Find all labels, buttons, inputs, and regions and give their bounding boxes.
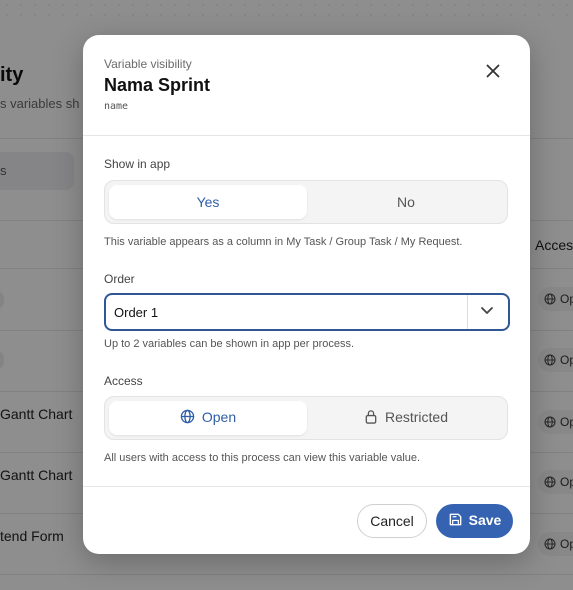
- show-in-app-no[interactable]: No: [307, 185, 505, 219]
- save-button[interactable]: Save: [436, 504, 513, 538]
- order-help: Up to 2 variables can be shown in app pe…: [104, 338, 355, 350]
- access-toggle: Open Restricted: [104, 396, 508, 440]
- order-label: Order: [104, 272, 135, 286]
- close-button[interactable]: [479, 57, 507, 85]
- access-restricted-option[interactable]: Restricted: [307, 401, 505, 435]
- access-restricted-label: Restricted: [384, 408, 449, 425]
- lock-icon: [365, 410, 377, 424]
- variable-visibility-dialog: Variable visibility Nama Sprint name Sho…: [83, 35, 530, 554]
- globe-icon: [180, 410, 195, 424]
- show-in-app-yes[interactable]: Yes: [109, 185, 307, 219]
- access-help: All users with access to this process ca…: [104, 452, 421, 464]
- dialog-footer-divider: [83, 486, 530, 487]
- dialog-header: Variable visibility Nama Sprint name: [83, 35, 530, 136]
- variable-key: name: [104, 101, 129, 112]
- order-select-toggle[interactable]: [467, 295, 508, 329]
- access-open-option[interactable]: Open: [109, 401, 307, 435]
- show-in-app-toggle: Yes No: [104, 180, 508, 224]
- save-button-label: Save: [468, 511, 502, 528]
- cancel-button[interactable]: Cancel: [357, 504, 427, 538]
- show-in-app-label: Show in app: [104, 157, 171, 171]
- dialog-title: Nama Sprint: [104, 75, 211, 95]
- order-select-value: Order 1: [114, 305, 159, 320]
- save-icon: [449, 513, 461, 526]
- chevron-down-icon: [481, 307, 493, 314]
- access-open-label: Open: [201, 408, 237, 425]
- show-in-app-help: This variable appears as a column in My …: [104, 236, 463, 248]
- access-label: Access: [104, 374, 143, 388]
- dialog-eyebrow: Variable visibility: [104, 57, 192, 71]
- close-icon: [486, 64, 500, 78]
- order-select[interactable]: Order 1: [104, 293, 510, 331]
